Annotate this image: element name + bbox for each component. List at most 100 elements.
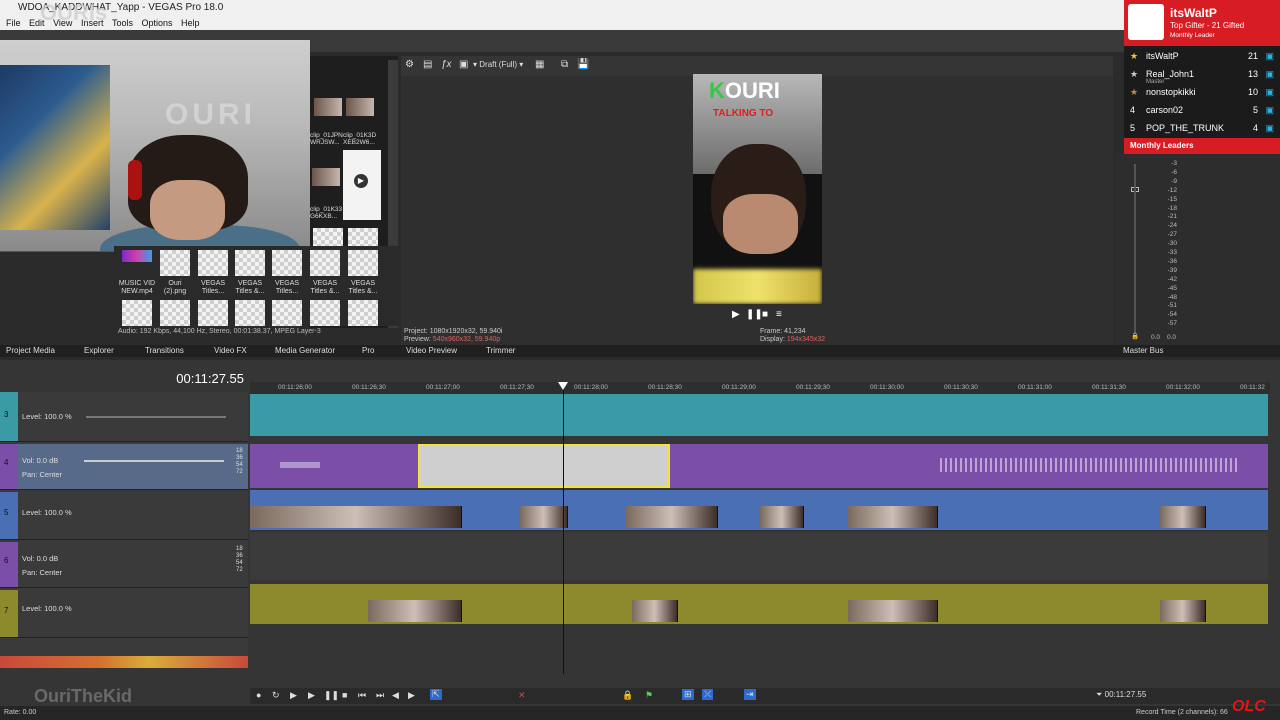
- auto-ripple-icon[interactable]: ⇥: [744, 689, 756, 700]
- menu-icon[interactable]: ≡: [776, 309, 782, 320]
- media-thumbnail[interactable]: [198, 250, 228, 276]
- leaderboard-header: itsWaltP Top Gifter - 21 Gifted Monthly …: [1124, 0, 1280, 46]
- overlays-icon[interactable]: ▦: [535, 59, 544, 70]
- save-snapshot-icon[interactable]: 💾: [577, 59, 589, 70]
- tab-video-preview[interactable]: Video Preview: [406, 345, 457, 357]
- media-grid: MUSIC VID NEW.mp4 Ouri (2).png VEGAS Tit…: [114, 246, 398, 326]
- media-thumbnail[interactable]: [348, 250, 378, 276]
- track-7-lane[interactable]: [250, 584, 1268, 624]
- marker-icon[interactable]: ⚑: [645, 690, 653, 701]
- loop-icon[interactable]: ↻: [272, 690, 280, 701]
- db-marks: 18 36 54 72: [236, 546, 243, 573]
- go-to-end-icon[interactable]: ⏭: [376, 690, 384, 701]
- track-header-6[interactable]: 6 Vol: 0.0 dB Pan: Center 18 36 54 72: [0, 542, 248, 588]
- level-slider[interactable]: [86, 416, 226, 418]
- tab-project-media[interactable]: Project Media: [6, 345, 55, 357]
- db-scale-label: -9: [1171, 177, 1177, 185]
- tab-trimmer[interactable]: Trimmer: [486, 345, 515, 357]
- project-label: Project:: [404, 328, 428, 335]
- prev-frame-icon[interactable]: ◀: [392, 690, 399, 701]
- video-event[interactable]: [250, 506, 462, 528]
- track-header-3[interactable]: 3 Level: 100.0 %: [0, 392, 248, 442]
- master-fader-track[interactable]: [1134, 164, 1136, 334]
- clip-thumbnail[interactable]: [346, 98, 374, 116]
- media-thumbnail[interactable]: [198, 300, 228, 326]
- media-item-label: Ouri (2).png: [163, 280, 187, 295]
- menu-file[interactable]: File: [6, 16, 21, 30]
- lock-icon[interactable]: 🔒: [622, 690, 633, 701]
- snapping-icon[interactable]: ⊞: [682, 689, 694, 700]
- menu-options[interactable]: Options: [142, 16, 173, 30]
- tab-pro[interactable]: Pro: [362, 345, 374, 357]
- clip-label: clip_01JPN WRJSW...: [310, 132, 343, 146]
- clip-thumbnail[interactable]: [312, 168, 340, 186]
- selected-audio-event[interactable]: [418, 444, 670, 488]
- track-header-7[interactable]: 7 Level: 100.0 %: [0, 590, 248, 638]
- media-thumbnail[interactable]: [272, 300, 302, 326]
- play-icon[interactable]: ▶: [732, 309, 740, 320]
- video-event[interactable]: [760, 506, 804, 528]
- media-thumbnail[interactable]: [348, 300, 378, 326]
- track-5-lane[interactable]: [250, 490, 1268, 530]
- track-6-lane[interactable]: [250, 532, 1268, 580]
- track-header-4[interactable]: 4 Vol: 0.0 dB Pan: Center 18 36 54 72: [0, 444, 248, 490]
- video-event[interactable]: [632, 600, 678, 622]
- video-event[interactable]: [626, 506, 718, 528]
- pause-icon[interactable]: ❚❚: [324, 690, 339, 701]
- lock-icon[interactable]: 🔒: [1131, 332, 1139, 340]
- record-icon[interactable]: ●: [256, 690, 261, 700]
- media-thumbnail[interactable]: [310, 250, 340, 276]
- playhead-line[interactable]: [563, 384, 564, 674]
- tab-master-bus[interactable]: Master Bus: [1123, 345, 1163, 357]
- quality-dropdown[interactable]: ▾ Draft (Full) ▾: [473, 60, 523, 69]
- menu-help[interactable]: Help: [181, 16, 200, 30]
- stop-icon[interactable]: ■: [762, 309, 768, 320]
- video-event[interactable]: [1160, 506, 1206, 528]
- tab-transitions[interactable]: Transitions: [145, 345, 184, 357]
- video-event[interactable]: [368, 600, 462, 622]
- media-thumbnail[interactable]: [160, 250, 190, 276]
- pause-icon[interactable]: ❚❚: [746, 309, 763, 320]
- preview-transport: ▶ ❚❚ ■ ≡: [728, 309, 798, 321]
- video-event[interactable]: [520, 506, 568, 528]
- tab-explorer[interactable]: Explorer: [84, 345, 114, 357]
- preview-title-overlay: KOURI: [709, 78, 780, 103]
- media-thumbnail[interactable]: [122, 300, 152, 326]
- volume-slider[interactable]: [84, 460, 224, 462]
- media-thumbnail[interactable]: [272, 250, 302, 276]
- stop-icon[interactable]: ■: [342, 690, 347, 700]
- go-to-start-icon[interactable]: ⏮: [358, 690, 366, 701]
- timeline-ruler[interactable]: 00:11:26;00 00:11:26;30 00:11:27;00 00:11:2…: [250, 382, 1270, 394]
- video-event[interactable]: [848, 600, 938, 622]
- copy-snapshot-icon[interactable]: ⧉: [561, 59, 568, 70]
- db-scale-label: -27: [1167, 231, 1177, 239]
- tab-video-fx[interactable]: Video FX: [214, 345, 247, 357]
- play-from-start-icon[interactable]: ▶: [290, 690, 297, 701]
- track-4-lane[interactable]: [250, 444, 1268, 488]
- video-event[interactable]: [848, 506, 938, 528]
- split-screen-icon[interactable]: ▤: [423, 59, 432, 70]
- delete-icon[interactable]: ✕: [518, 690, 526, 701]
- media-thumbnail[interactable]: [160, 300, 190, 326]
- menu-tools[interactable]: Tools: [112, 16, 133, 30]
- selected-media-item[interactable]: ▶: [343, 150, 381, 220]
- auto-crossfade-icon[interactable]: ⤫: [702, 689, 714, 700]
- media-thumbnail[interactable]: [235, 250, 265, 276]
- timeline-current-time: 00:11:27.55: [176, 371, 244, 386]
- fx-icon[interactable]: ƒx: [441, 59, 452, 70]
- media-thumbnail[interactable]: [310, 300, 340, 326]
- video-event[interactable]: [1160, 600, 1206, 622]
- track-header-5[interactable]: 5 Level: 100.0 %: [0, 492, 248, 540]
- track-3-lane[interactable]: [250, 394, 1268, 436]
- play-icon[interactable]: ▶: [308, 690, 315, 701]
- track-level: Level: 100.0 %: [22, 604, 72, 613]
- clip-thumbnail[interactable]: [314, 98, 342, 116]
- media-thumbnail[interactable]: [235, 300, 265, 326]
- next-frame-icon[interactable]: ▶: [408, 690, 415, 701]
- media-item-label: MUSIC VID NEW.mp4: [118, 280, 156, 295]
- media-thumbnail[interactable]: [122, 250, 152, 262]
- tab-media-generator[interactable]: Media Generator: [275, 345, 335, 357]
- normal-edit-tool-icon[interactable]: ⇱: [430, 689, 442, 700]
- gear-icon[interactable]: ⚙: [405, 59, 414, 70]
- preview-mode-icon[interactable]: ▣: [459, 59, 468, 70]
